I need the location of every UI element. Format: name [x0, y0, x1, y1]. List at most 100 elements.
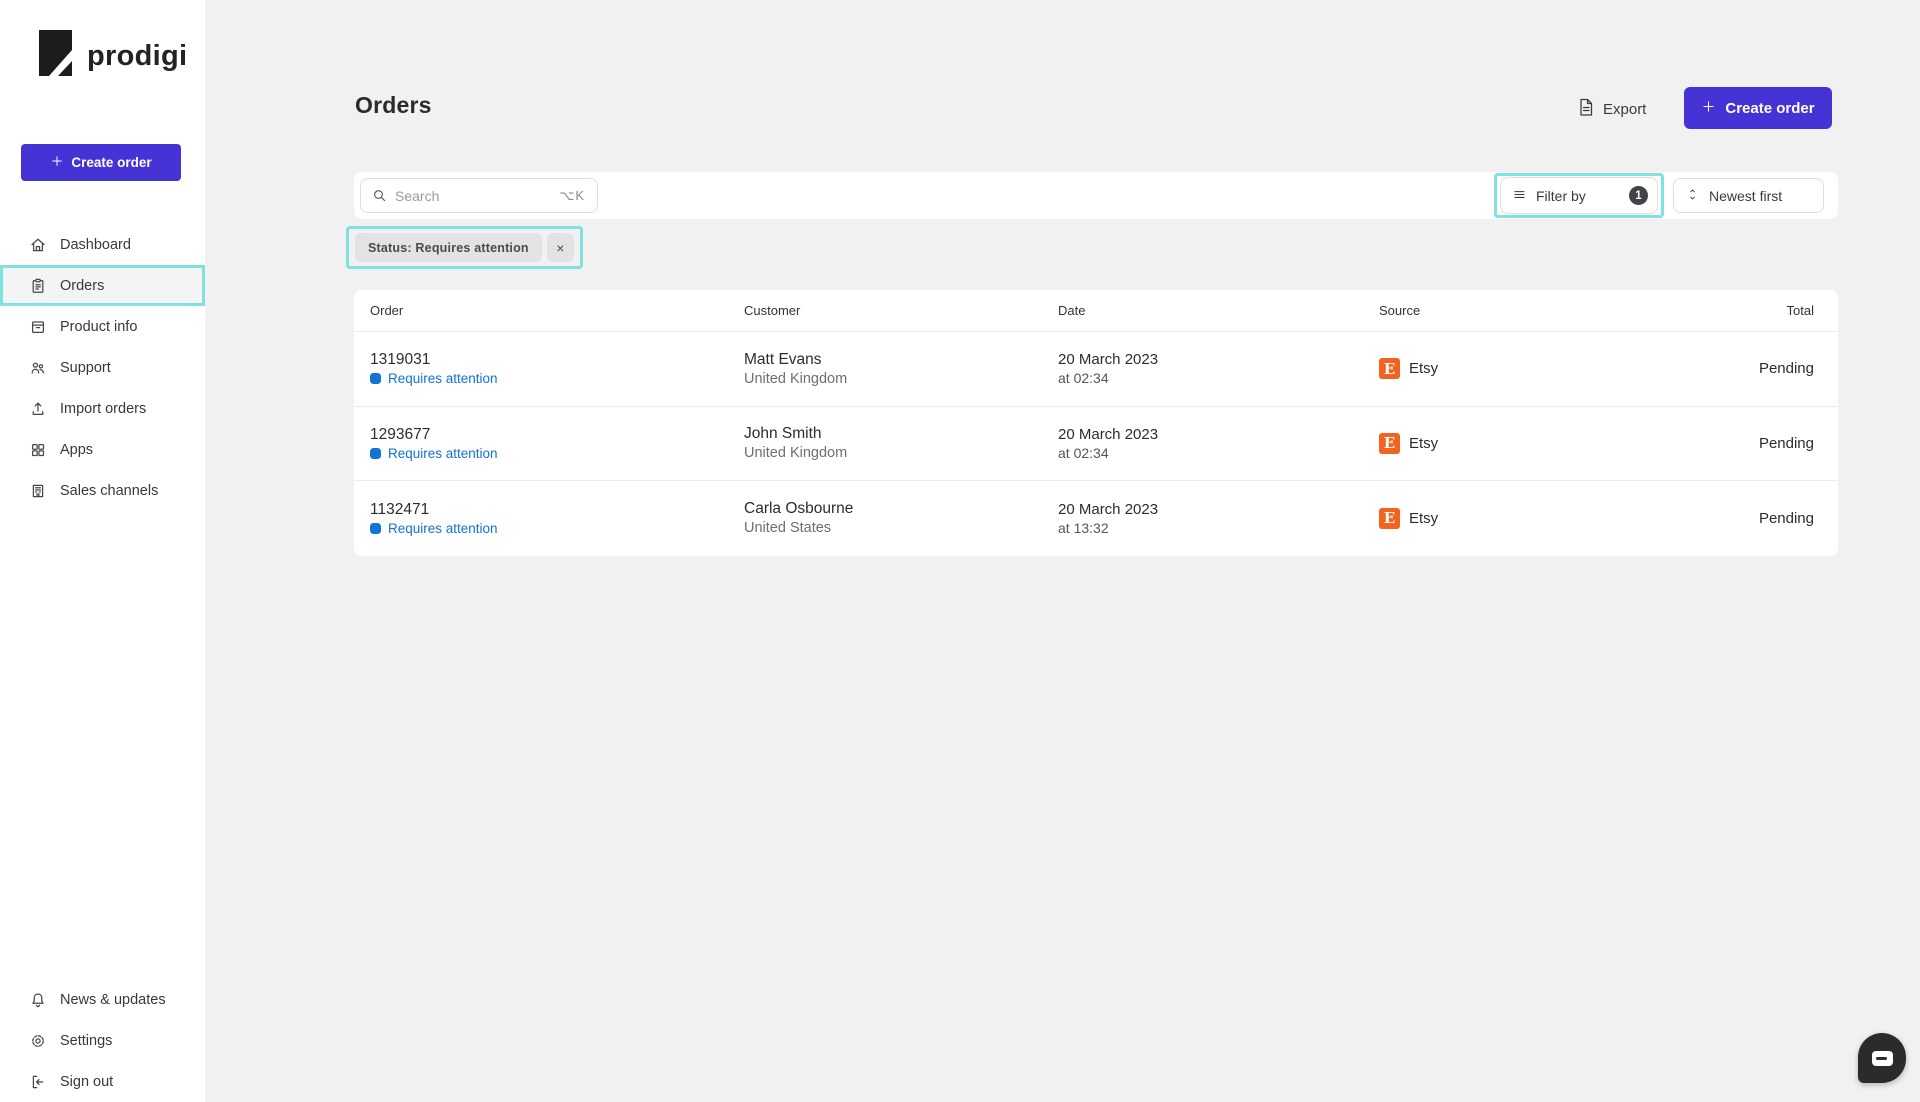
sidebar-item-label: Import orders — [60, 400, 147, 417]
sidebar-item-label: Dashboard — [60, 236, 131, 253]
requires-attention-link[interactable]: Requires attention — [370, 371, 744, 386]
sidebar-footer-nav: News & updates Settings Sign out — [0, 979, 205, 1102]
customer-name: Matt Evans — [744, 350, 822, 368]
total-cell: Pending — [1758, 509, 1814, 527]
sidebar-item-sales-channels[interactable]: Sales channels — [0, 470, 205, 511]
requires-attention-link[interactable]: Requires attention — [370, 446, 744, 461]
product-info-icon — [29, 318, 47, 336]
date-cell: 20 March 2023 at 13:32 — [1058, 501, 1379, 536]
status-label: Requires attention — [388, 445, 498, 461]
sidebar-item-label: Product info — [60, 318, 138, 335]
filter-by-button[interactable]: Filter by 1 — [1500, 177, 1658, 214]
sidebar-create-order-label: Create order — [71, 155, 152, 170]
search-input[interactable] — [387, 187, 560, 204]
sidebar: prodigi Create order Dashboard Orders Pr… — [0, 0, 205, 1102]
sort-order-select[interactable]: Newest first — [1673, 178, 1824, 213]
sidebar-item-support[interactable]: Support — [0, 347, 205, 388]
orders-table: Order Customer Date Source Total 1319031… — [354, 290, 1838, 556]
sidebar-item-label: Support — [60, 359, 111, 376]
column-header-customer: Customer — [744, 303, 801, 318]
order-id: 1319031 — [370, 351, 431, 369]
table-row[interactable]: 1293677 Requires attention John Smith Un… — [354, 407, 1838, 482]
customer-cell: Matt Evans United Kingdom — [744, 351, 1058, 387]
filter-count-badge: 1 — [1629, 186, 1648, 205]
page-title: Orders — [355, 92, 432, 118]
export-button[interactable]: Export — [1578, 96, 1646, 122]
create-order-label: Create order — [1725, 99, 1815, 117]
source-label: Etsy — [1409, 509, 1439, 527]
order-time: at 02:34 — [1058, 370, 1109, 387]
status-filter-chip[interactable]: Status: Requires attention — [355, 233, 542, 262]
etsy-icon: E — [1379, 507, 1400, 529]
sidebar-item-label: Settings — [60, 1032, 113, 1049]
annotation-highlight-chip: Status: Requires attention × — [346, 226, 583, 269]
search-shortcut: ⌥K — [559, 187, 585, 203]
order-time: at 13:32 — [1058, 519, 1109, 536]
sidebar-item-label: Sign out — [60, 1073, 114, 1090]
customer-name: John Smith — [744, 425, 822, 443]
gear-icon — [29, 1032, 47, 1050]
plus-icon — [50, 154, 64, 171]
table-row[interactable]: 1132471 Requires attention Carla Osbourn… — [354, 481, 1838, 556]
sidebar-item-settings[interactable]: Settings — [0, 1020, 205, 1061]
status-dot-icon — [370, 447, 381, 459]
plus-icon — [1701, 99, 1716, 118]
filter-by-label: Filter by — [1536, 187, 1586, 204]
bell-icon — [29, 991, 47, 1009]
source-label: Etsy — [1409, 434, 1439, 452]
column-header-source: Source — [1379, 303, 1421, 318]
customer-name: Carla Osbourne — [744, 500, 854, 518]
annotation-highlight-filter: Filter by 1 — [1494, 173, 1664, 218]
sidebar-item-label: Sales channels — [60, 482, 159, 499]
customer-country: United Kingdom — [744, 445, 848, 462]
status-dot-icon — [370, 522, 381, 534]
sidebar-nav: Dashboard Orders Product info Support Im… — [0, 224, 205, 511]
sidebar-item-label: Orders — [60, 277, 105, 294]
customer-country: United Kingdom — [744, 370, 848, 387]
sidebar-item-product-info[interactable]: Product info — [0, 306, 205, 347]
requires-attention-link[interactable]: Requires attention — [370, 521, 744, 536]
customer-cell: Carla Osbourne United States — [744, 500, 1058, 536]
source-label: Etsy — [1409, 360, 1439, 378]
etsy-icon: E — [1379, 432, 1400, 454]
order-id: 1132471 — [370, 500, 430, 518]
export-label: Export — [1603, 100, 1647, 118]
brand-logo: prodigi — [39, 30, 187, 83]
table-row[interactable]: 1319031 Requires attention Matt Evans Un… — [354, 332, 1838, 407]
table-header-row: Order Customer Date Source Total — [354, 290, 1838, 332]
chat-launcher-button[interactable] — [1858, 1033, 1906, 1083]
sales-channels-icon — [29, 482, 47, 500]
home-icon — [29, 236, 47, 254]
sidebar-item-import-orders[interactable]: Import orders — [0, 388, 205, 429]
apps-icon — [29, 441, 47, 459]
sidebar-item-sign-out[interactable]: Sign out — [0, 1061, 205, 1102]
sort-order-label: Newest first — [1709, 187, 1783, 204]
source-cell: E Etsy — [1379, 358, 1759, 380]
order-date: 20 March 2023 — [1058, 425, 1159, 443]
orders-toolbar: ⌥K Filter by 1 Newest first — [354, 172, 1838, 219]
total-cell: Pending — [1758, 434, 1814, 452]
order-date: 20 March 2023 — [1058, 351, 1159, 369]
source-cell: E Etsy — [1379, 507, 1759, 529]
remove-filter-button[interactable]: × — [546, 233, 574, 262]
sidebar-item-news-updates[interactable]: News & updates — [0, 979, 205, 1020]
order-cell: 1132471 Requires attention — [370, 501, 744, 536]
order-cell: 1319031 Requires attention — [370, 351, 744, 386]
source-cell: E Etsy — [1379, 432, 1759, 454]
chat-bubble-icon — [1871, 1050, 1893, 1066]
orders-icon — [29, 277, 47, 295]
sidebar-create-order-button[interactable]: Create order — [21, 144, 181, 181]
order-date: 20 March 2023 — [1058, 500, 1159, 518]
column-header-total: Total — [1786, 303, 1814, 318]
order-time: at 02:34 — [1058, 444, 1109, 461]
date-cell: 20 March 2023 at 02:34 — [1058, 426, 1379, 461]
create-order-button[interactable]: Create order — [1684, 87, 1832, 129]
order-cell: 1293677 Requires attention — [370, 426, 744, 461]
sidebar-item-orders[interactable]: Orders — [0, 265, 205, 306]
sidebar-item-label: News & updates — [60, 991, 166, 1008]
brand-name: prodigi — [87, 40, 188, 72]
customer-cell: John Smith United Kingdom — [744, 425, 1058, 461]
status-label: Requires attention — [388, 371, 498, 387]
sidebar-item-dashboard[interactable]: Dashboard — [0, 224, 205, 265]
sidebar-item-apps[interactable]: Apps — [0, 429, 205, 470]
